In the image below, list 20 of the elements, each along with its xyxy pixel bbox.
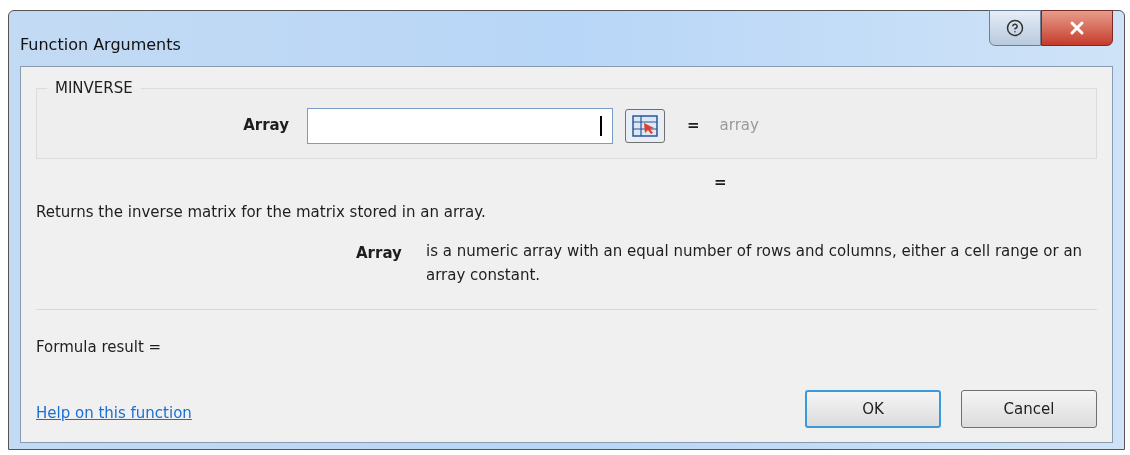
help-button[interactable] <box>989 10 1041 46</box>
window-title: Function Arguments <box>20 34 181 56</box>
close-button[interactable] <box>1041 10 1113 46</box>
equals-sign: = <box>714 171 727 193</box>
function-description: Returns the inverse matrix for the matrix stored in an array. <box>36 202 487 223</box>
function-name: MINVERSE <box>54 78 134 99</box>
formula-result: Formula result = <box>36 336 163 358</box>
argument-input[interactable] <box>307 107 613 144</box>
help-link[interactable]: Help on this function <box>36 401 192 424</box>
text-cursor <box>600 115 602 136</box>
argument-description: is a numeric array with an equal number of rows and columns, either a cell range or an array constant. <box>426 240 1084 286</box>
range-select-icon <box>632 114 658 137</box>
argument-label: Array <box>242 115 290 137</box>
argument-name: Array <box>356 242 403 264</box>
argument-evaluation: array <box>719 115 759 137</box>
dialog-button[interactable]: OK <box>805 390 941 428</box>
dialog-button[interactable]: Cancel <box>961 390 1097 428</box>
help-icon <box>1006 19 1024 37</box>
equals-sign: = <box>687 115 700 137</box>
range-select-button[interactable] <box>625 108 665 143</box>
